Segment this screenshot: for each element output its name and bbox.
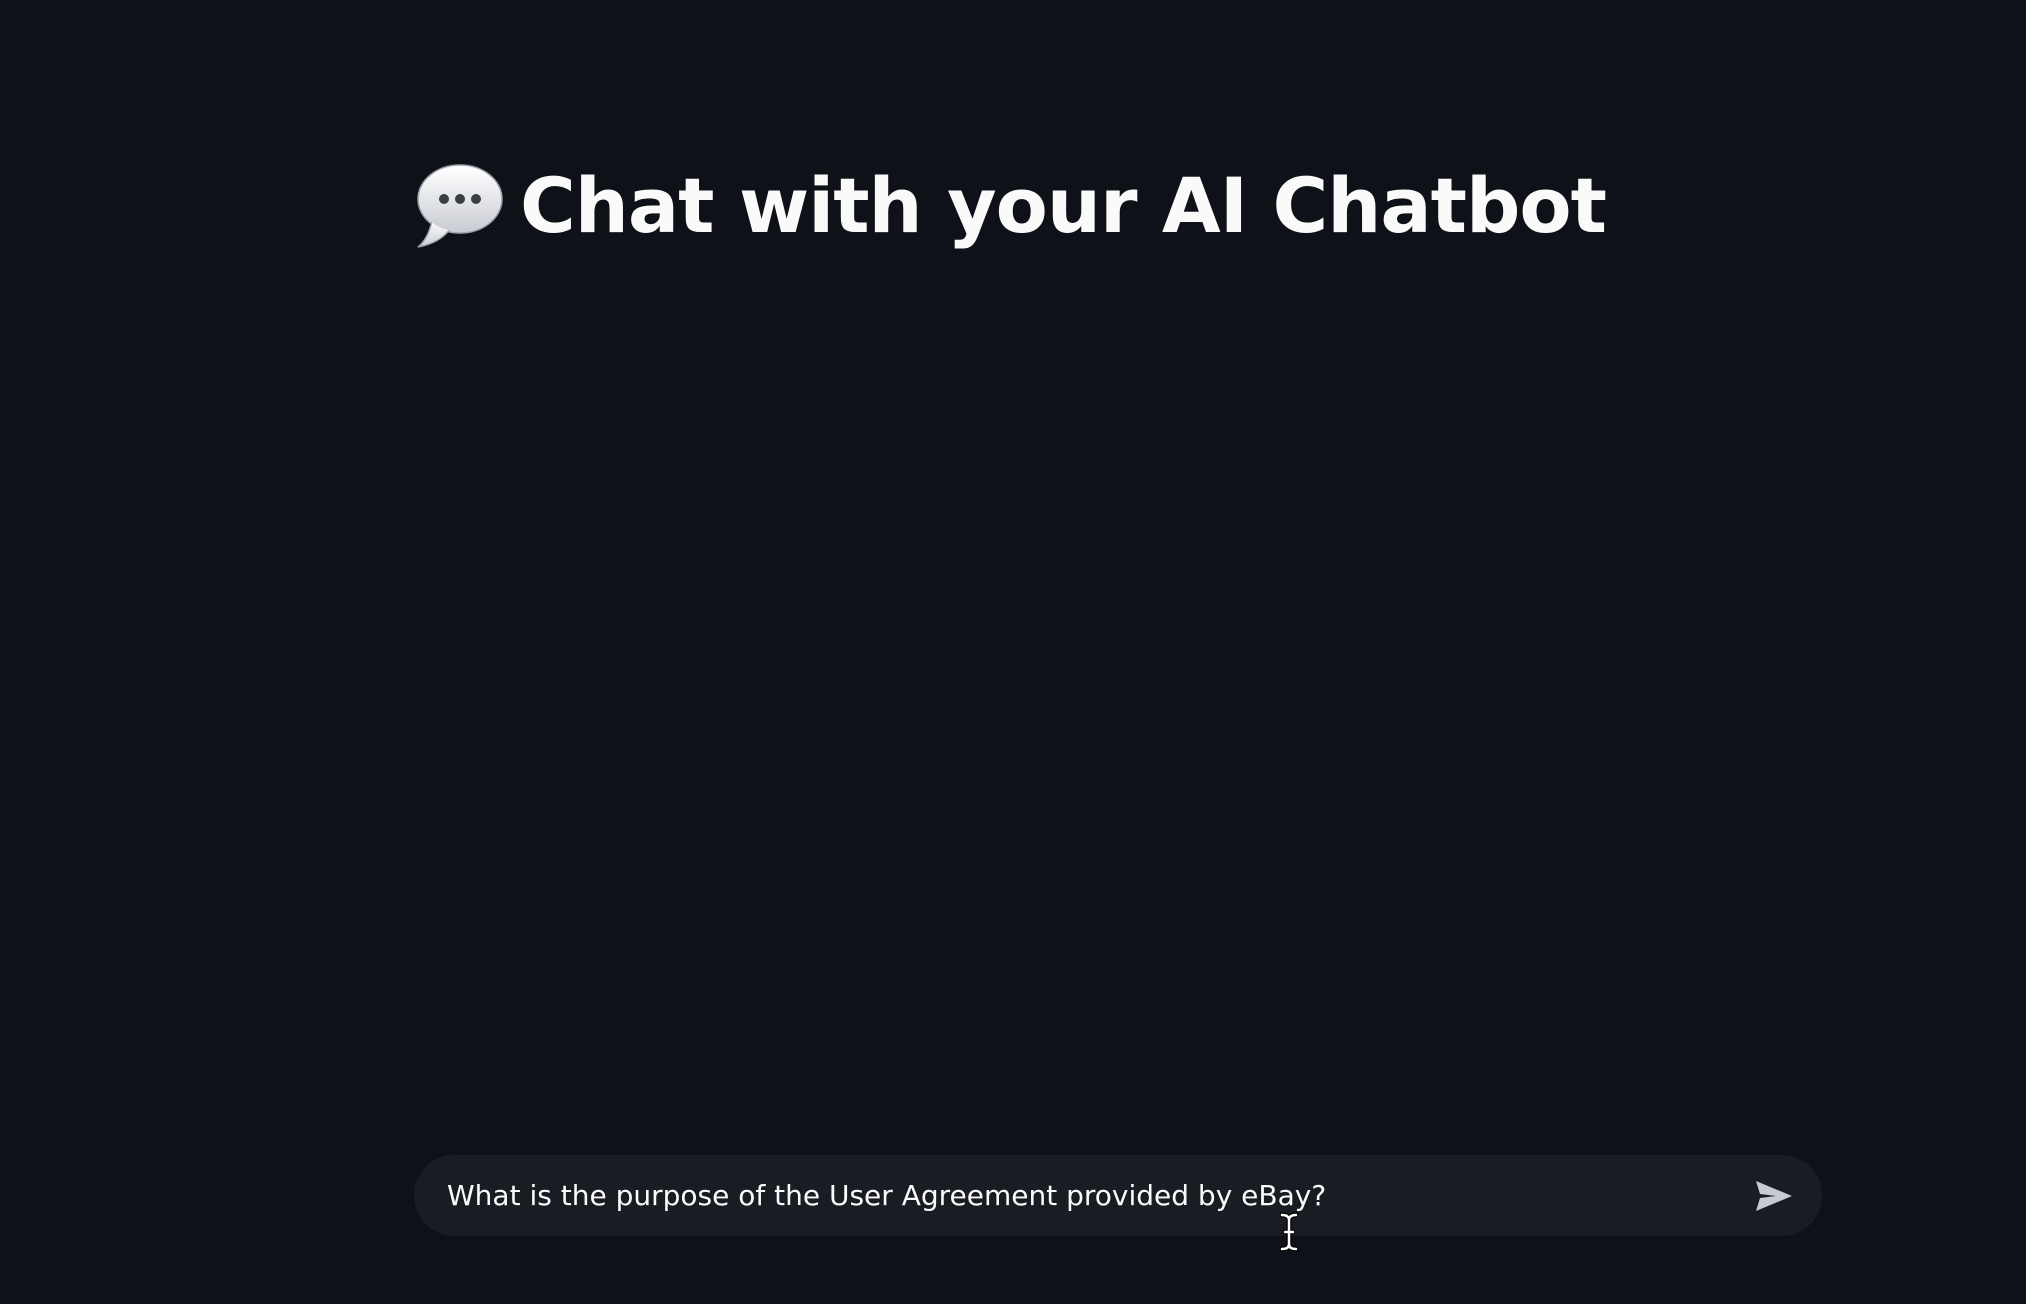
app-window: Chat with your AI Chatbot [0, 0, 2026, 1304]
chat-input[interactable] [447, 1165, 1748, 1226]
send-arrow-icon [1754, 1179, 1794, 1213]
send-button[interactable] [1748, 1170, 1800, 1222]
main-content: Chat with your AI Chatbot [414, 150, 1822, 262]
page-header: Chat with your AI Chatbot [414, 150, 1822, 262]
text-cursor-icon [1278, 1212, 1300, 1252]
speech-balloon-icon [414, 161, 504, 251]
chat-input-bar [414, 1155, 1822, 1236]
page-title: Chat with your AI Chatbot [520, 161, 1607, 250]
